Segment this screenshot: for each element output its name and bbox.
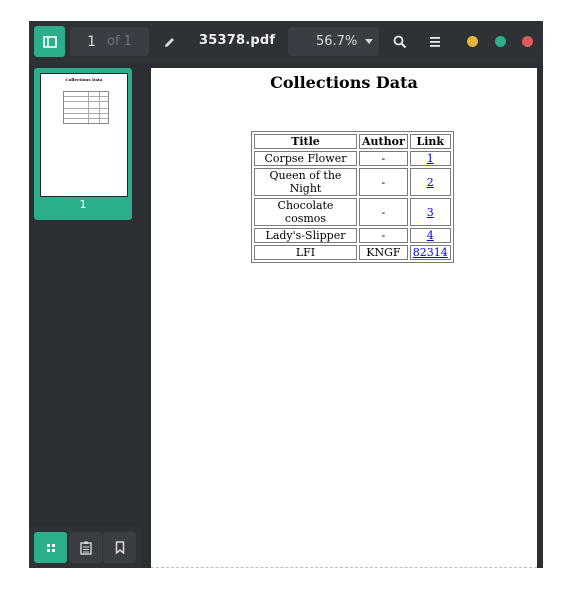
chevron-down-icon (365, 39, 374, 44)
bookmark-icon (115, 541, 124, 554)
clipboard-icon (79, 541, 92, 555)
cell-author: - (359, 198, 408, 226)
bookmarks-view-button[interactable] (103, 532, 136, 563)
cell-link: 1 (409, 151, 451, 166)
column-header-title: Title (254, 134, 357, 149)
collections-table: Title Author Link Corpse Flower - 1 Quee… (251, 131, 454, 263)
sidebar-view-switcher (29, 527, 141, 568)
page-heading: Collections Data (270, 73, 418, 92)
cell-link: 82314 (409, 245, 451, 260)
table-row: LFI KNGF 82314 (254, 245, 451, 260)
close-button[interactable] (522, 36, 533, 47)
cell-author: - (359, 168, 408, 196)
table-row: Queen of the Night - 2 (254, 168, 451, 196)
sidebar-toggle-button[interactable] (34, 26, 65, 57)
table-row: Lady's-Slipper - 4 (254, 228, 451, 243)
cell-title: LFI (254, 245, 357, 260)
record-link[interactable]: 2 (427, 176, 434, 189)
cell-link: 3 (409, 198, 451, 226)
page-thumbnail[interactable]: Collections Data 1 (34, 68, 132, 220)
column-header-author: Author (359, 134, 408, 149)
thumbnails-view-button[interactable] (34, 532, 67, 563)
menu-button[interactable] (426, 33, 444, 51)
page-bottom-edge (151, 567, 537, 568)
cell-title: Chocolate cosmos (254, 198, 357, 226)
zoom-value: 56.7% (316, 34, 358, 49)
outline-view-button[interactable] (69, 532, 102, 563)
minimize-button[interactable] (467, 36, 478, 47)
maximize-button[interactable] (495, 36, 506, 47)
pdf-viewer-window: 1 of 1 35378.pdf 56.7% Collections Data … (29, 21, 543, 568)
thumbnail-table (63, 91, 109, 124)
record-link[interactable]: 3 (427, 206, 434, 219)
record-link[interactable]: 82314 (413, 246, 448, 259)
column-header-link: Link (409, 134, 451, 149)
table-header-row: Title Author Link (254, 134, 451, 149)
edit-button[interactable] (160, 33, 178, 51)
page-count-label: of 1 (107, 34, 132, 49)
cell-link: 4 (409, 228, 451, 243)
table-row: Chocolate cosmos - 3 (254, 198, 451, 226)
page-number-input[interactable]: 1 (70, 34, 96, 50)
cell-link: 2 (409, 168, 451, 196)
thumbnail-page-number: 1 (79, 198, 87, 211)
cell-title: Corpse Flower (254, 151, 357, 166)
toolbar: 1 of 1 35378.pdf 56.7% (29, 21, 543, 63)
cell-author: KNGF (359, 245, 408, 260)
search-button[interactable] (391, 33, 409, 51)
hamburger-icon (430, 37, 440, 47)
table-row: Corpse Flower - 1 (254, 151, 451, 166)
pencil-icon (164, 37, 174, 47)
document-title: 35378.pdf (199, 33, 276, 48)
cell-author: - (359, 228, 408, 243)
cell-title: Lady's-Slipper (254, 228, 357, 243)
grid-icon (46, 543, 55, 552)
document-page: Collections Data Title Author Link Corps… (151, 68, 537, 568)
zoom-select[interactable]: 56.7% (288, 27, 379, 56)
document-viewer[interactable]: Collections Data Title Author Link Corps… (141, 63, 543, 568)
cell-author: - (359, 151, 408, 166)
sidebar-icon (42, 35, 57, 48)
sidebar: Collections Data 1 (29, 63, 141, 568)
cell-title: Queen of the Night (254, 168, 357, 196)
page-navigator: 1 of 1 (70, 27, 149, 56)
thumbnail-page-preview: Collections Data (40, 73, 128, 197)
thumbnail-heading: Collections Data (65, 77, 103, 82)
record-link[interactable]: 4 (427, 229, 434, 242)
search-icon (393, 35, 407, 49)
record-link[interactable]: 1 (427, 152, 434, 165)
